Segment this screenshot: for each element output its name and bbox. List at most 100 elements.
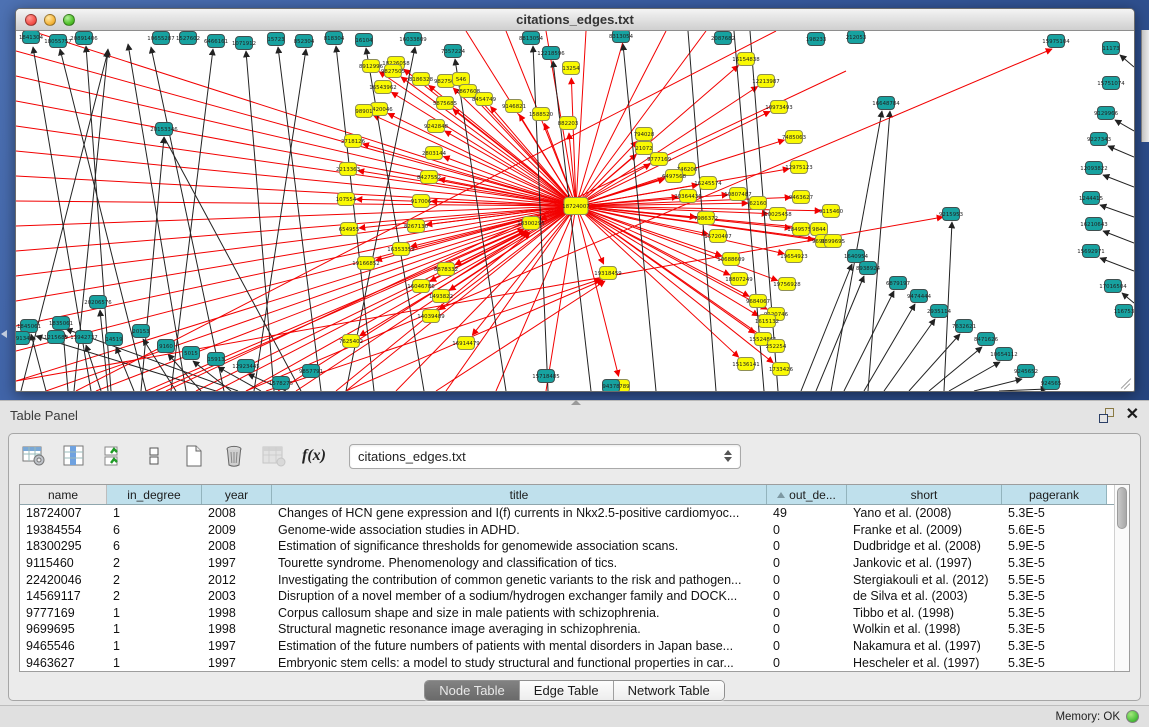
graph-node[interactable]: 8471626 — [974, 333, 999, 346]
citation-edge-red[interactable] — [246, 49, 1052, 391]
tab-edge-table[interactable]: Edge Table — [520, 681, 614, 700]
graph-node[interactable]: 9899695 — [821, 235, 845, 248]
graph-node[interactable]: 5015 — [183, 347, 200, 360]
graph-node[interactable]: 19756928 — [773, 278, 801, 291]
column-header-in_degree[interactable]: in_degree — [107, 485, 202, 504]
citation-edge-black[interactable] — [1115, 120, 1134, 131]
graph-node[interactable]: 1578275 — [269, 377, 293, 390]
graph-node[interactable]: 15975104 — [1042, 35, 1070, 48]
graph-node[interactable]: 546 — [453, 73, 470, 86]
graph-node[interactable]: 15723 — [267, 33, 284, 46]
graph-node[interactable]: 16033809 — [399, 33, 427, 46]
graph-node[interactable]: 8313054 — [609, 31, 634, 43]
citation-edge-black[interactable] — [801, 264, 852, 391]
citation-edge-black[interactable] — [254, 49, 306, 391]
graph-node[interactable]: 5875685 — [433, 97, 457, 110]
minimize-window-icon[interactable] — [44, 14, 56, 26]
splitter-handle-icon[interactable] — [571, 400, 581, 405]
graph-node[interactable]: 9227343 — [1087, 133, 1111, 146]
graph-node[interactable]: 9463627 — [789, 191, 813, 204]
graph-node[interactable]: 1640954 — [844, 250, 869, 263]
citation-edge-black[interactable] — [36, 336, 216, 391]
citation-edge-black[interactable] — [1108, 146, 1134, 157]
graph-node[interactable]: 6466161 — [204, 35, 228, 48]
graph-node[interactable]: 2087682 — [711, 32, 735, 45]
graph-node[interactable]: 16210643 — [1080, 218, 1107, 231]
graph-node[interactable]: 11173 — [1102, 42, 1119, 55]
graph-node[interactable]: 2803144 — [422, 147, 447, 160]
graph-node[interactable]: 1588520 — [529, 108, 554, 121]
column-header-year[interactable]: year — [202, 485, 272, 504]
citation-edge-black[interactable] — [1100, 205, 1134, 217]
graph-node[interactable]: 9146821 — [502, 100, 526, 113]
graph-node[interactable]: 94378 — [602, 380, 620, 392]
graph-node[interactable]: 20891406 — [70, 32, 98, 45]
graph-node[interactable]: 1493822 — [429, 290, 453, 303]
graph-node[interactable]: 12218596 — [537, 47, 565, 60]
table-selector-dropdown[interactable]: citations_edges.txt — [349, 444, 741, 469]
graph-node[interactable]: 14519 — [105, 333, 123, 346]
graph-node[interactable]: 98901 — [355, 105, 372, 118]
citation-edge-red[interactable] — [443, 156, 576, 206]
column-header-title[interactable]: title — [272, 485, 767, 504]
graph-node[interactable]: 10688609 — [717, 253, 745, 266]
panel-collapse-arrow-icon[interactable] — [1, 330, 7, 338]
citation-edge-black[interactable] — [1120, 55, 1134, 67]
graph-node[interactable]: 924565 — [1041, 377, 1062, 390]
graph-node[interactable]: 252254 — [766, 340, 787, 353]
citation-edge-black[interactable] — [974, 379, 1022, 391]
graph-node[interactable]: 8186328 — [409, 73, 434, 86]
graph-hub-node[interactable]: 18724007 — [562, 198, 589, 215]
graph-node[interactable]: 39134 — [16, 332, 30, 345]
table-row[interactable]: 911546021997Tourette syndrome. Phenomeno… — [20, 555, 1114, 572]
scrollbar-thumb[interactable] — [1117, 487, 1127, 529]
network-window-titlebar[interactable]: citations_edges.txt — [16, 9, 1134, 31]
graph-node[interactable]: 7632621 — [952, 320, 976, 333]
rows-icon[interactable] — [141, 443, 167, 469]
graph-node[interactable]: 7357224 — [441, 45, 466, 58]
graph-node[interactable]: 7485063 — [782, 131, 806, 144]
table-row[interactable]: 1938455462009Genome-wide association stu… — [20, 522, 1114, 539]
graph-node[interactable]: 13254 — [562, 62, 580, 75]
graph-node[interactable]: 7986372 — [694, 212, 718, 225]
graph-node[interactable]: 794028 — [634, 128, 655, 141]
graph-node[interactable]: 116753 — [1114, 305, 1134, 318]
table-row[interactable]: 2242004622012Investigating the contribut… — [20, 571, 1114, 588]
graph-node[interactable]: 10655287 — [147, 32, 174, 45]
table-row[interactable]: 969969511998Structural magnetic resonanc… — [20, 621, 1114, 638]
graph-node[interactable]: 818304 — [324, 32, 345, 45]
table-settings-icon[interactable] — [21, 443, 47, 469]
new-table-icon[interactable] — [181, 443, 207, 469]
graph-node[interactable]: 1615132 — [755, 315, 779, 328]
window-resize-grip[interactable] — [1120, 377, 1132, 389]
citation-edge-red[interactable] — [576, 31, 586, 206]
network-view-window[interactable]: citations_edges.txt 18724007182260588912… — [15, 8, 1135, 392]
graph-node[interactable]: 1071912 — [232, 37, 256, 50]
graph-node[interactable]: 9160 — [158, 340, 175, 353]
graph-node[interactable]: 19654923 — [780, 250, 807, 263]
graph-node[interactable]: 9844 — [811, 223, 828, 236]
graph-node[interactable]: 15136141 — [732, 358, 759, 371]
table-row[interactable]: 1830029562008Estimation of significance … — [20, 538, 1114, 555]
graph-node[interactable]: 20153346 — [150, 123, 178, 136]
graph-node[interactable]: 15718485 — [532, 370, 559, 383]
graph-node[interactable]: 654955 — [339, 223, 360, 236]
graph-node[interactable]: 9242848 — [424, 120, 449, 133]
table-row[interactable]: 946554611997Estimation of the future num… — [20, 638, 1114, 655]
graph-node[interactable]: 1215689 — [44, 331, 69, 344]
graph-node[interactable]: 212053 — [846, 31, 867, 44]
graph-node[interactable]: 2213363 — [336, 163, 360, 176]
graph-node[interactable]: 16245574 — [694, 177, 722, 190]
table-columns-icon[interactable] — [61, 443, 87, 469]
citation-edge-black[interactable] — [1122, 293, 1134, 303]
graph-node[interactable]: 9857791 — [299, 365, 323, 378]
graph-node[interactable]: 17016504 — [1099, 280, 1127, 293]
graph-node[interactable]: 1527602 — [176, 32, 200, 45]
citation-edge-black[interactable] — [929, 347, 982, 391]
graph-node[interactable]: 8878332 — [434, 263, 458, 276]
graph-node[interactable]: 107554 — [336, 193, 357, 206]
citation-edge-black[interactable] — [1100, 258, 1134, 271]
table-row[interactable]: 1456911722003Disruption of a novel membe… — [20, 588, 1114, 605]
citation-edge-red[interactable] — [346, 280, 603, 391]
graph-node[interactable]: 8813054 — [519, 32, 544, 45]
